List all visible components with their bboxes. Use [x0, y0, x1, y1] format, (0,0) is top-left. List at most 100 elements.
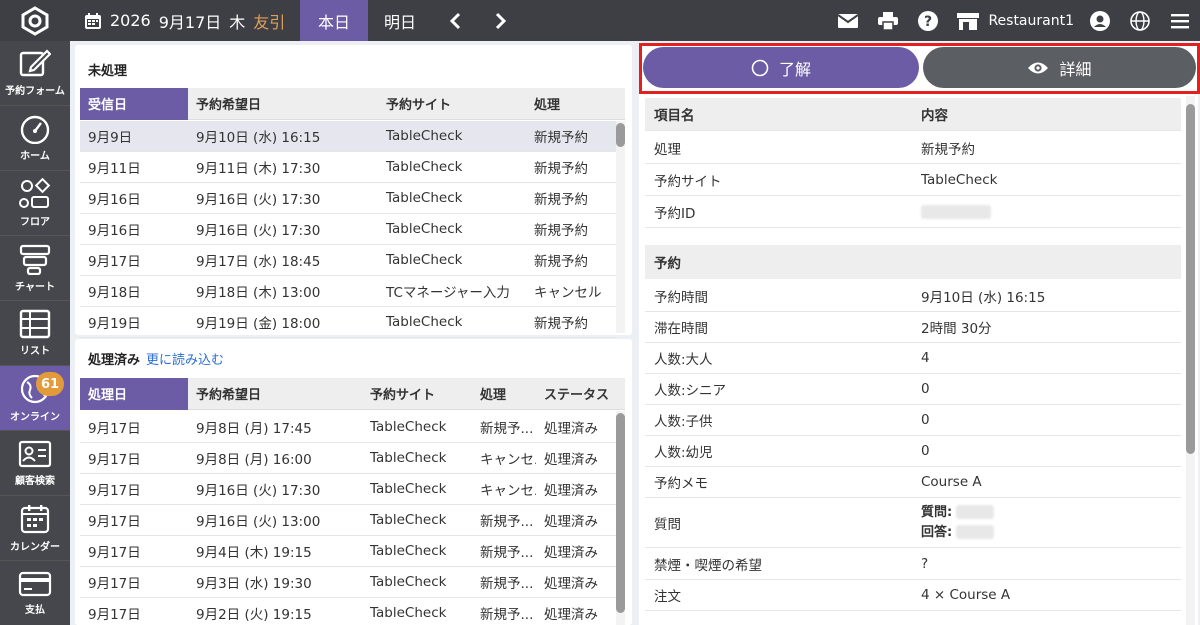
table-row[interactable]: 9月9日 9月10日 (水) 16:15 TableCheck 新規予約 — [80, 121, 616, 152]
svg-text:?: ? — [924, 14, 932, 30]
col-requested-date[interactable]: 予約希望日 — [188, 384, 362, 403]
table-cell: TableCheck — [386, 190, 463, 206]
table-row[interactable]: 9月17日 9月8日 (月) 16:00 TableCheck キャンセル処理済み — [80, 443, 616, 474]
col-action[interactable]: 処理 — [526, 94, 616, 113]
sidebar-item-payment[interactable]: 支払 — [0, 561, 70, 625]
table-row[interactable]: 9月17日 9月17日 (水) 18:45 TableCheck 新規予約 — [80, 245, 616, 276]
detail-scroll-thumb[interactable] — [1186, 104, 1195, 454]
table-cell: 9月17日 — [88, 607, 141, 623]
table-row[interactable]: 9月11日 9月11日 (木) 17:30 TableCheck 新規予約 — [80, 152, 616, 183]
table-cell: 処理済み — [544, 421, 598, 437]
detail-value: 9月10日 (水) 16:15 — [921, 289, 1046, 306]
detail-value: 4 × Course A — [921, 586, 1011, 603]
table-cell: 9月17日 (水) 18:45 — [196, 254, 321, 270]
table-cell: 9月16日 — [88, 223, 141, 239]
detail-key: 滞在時間 — [654, 320, 708, 337]
detail-value: 新規予約 — [921, 141, 975, 158]
table-cell: 9月16日 (火) 17:30 — [196, 483, 321, 499]
date-selector[interactable]: 2026 9月17日 木 友引 — [70, 0, 300, 41]
col-action[interactable]: 処理 — [472, 384, 536, 403]
detail-key: 人数:シニア — [654, 382, 727, 399]
tab-tomorrow[interactable]: 明日 — [368, 0, 432, 41]
table-row[interactable]: 9月19日 9月19日 (金) 18:00 TableCheck 新規予約 — [80, 307, 616, 338]
table-row[interactable]: 9月16日 9月16日 (火) 17:30 TableCheck 新規予約 — [80, 214, 616, 245]
sidebar-label: ホーム — [20, 151, 50, 162]
detail-key: 予約時間 — [654, 289, 708, 306]
table-row[interactable]: 9月17日 9月8日 (月) 17:45 TableCheck 新規予... 処理済み — [80, 412, 616, 443]
detail-button[interactable]: 詳細 — [923, 47, 1196, 88]
detail-row-question: 質問 質問: 回答: — [645, 498, 1181, 548]
detail-key: 予約メモ — [654, 475, 708, 492]
table-cell: 新規予約 — [534, 161, 588, 177]
sidebar-item-calendar[interactable]: カレンダー — [0, 496, 70, 561]
col-site[interactable]: 予約サイト — [362, 384, 472, 403]
table-cell: 9月17日 — [88, 254, 141, 270]
tab-today[interactable]: 本日 — [300, 0, 368, 41]
table-row[interactable]: 9月17日 9月16日 (火) 13:00 TableCheck 新規予... 処理済み — [80, 505, 616, 536]
reservation-section-header: 予約 — [645, 245, 1181, 279]
detail-value: 2時間 30分 — [921, 320, 992, 337]
col-status[interactable]: ステータス — [536, 384, 616, 403]
table-cell: TableCheck — [370, 512, 447, 528]
table-cell: 処理済み — [544, 452, 598, 468]
payment-card-icon — [18, 571, 52, 597]
table-row[interactable]: 9月18日 9月18日 (木) 13:00 TCマネージャー入力 キャンセル — [80, 276, 616, 307]
table-row[interactable]: 9月17日 9月4日 (木) 19:15 TableCheck 新規予... 処理済み — [80, 536, 616, 567]
sidebar-label: 予約フォーム — [5, 86, 65, 97]
sidebar-item-floor[interactable]: フロア — [0, 171, 70, 236]
user-circle-icon — [1090, 10, 1110, 31]
table-row[interactable]: 9月17日 9月16日 (火) 17:30 TableCheck キャンセル処理済み — [80, 474, 616, 505]
account-button[interactable] — [1080, 0, 1120, 41]
store-icon — [957, 12, 980, 30]
gauge-icon — [20, 115, 50, 144]
detail-row: 注文 4 × Course A — [645, 579, 1181, 611]
col-processed-date[interactable]: 処理日 — [80, 377, 188, 410]
table-cell: TableCheck — [370, 574, 447, 590]
mail-button[interactable] — [828, 0, 868, 41]
table-cell: 新規予約 — [534, 316, 588, 332]
year-text: 2026 — [110, 11, 151, 30]
table-row[interactable]: 9月16日 9月16日 (火) 17:30 TableCheck 新規予約 — [80, 183, 616, 214]
processed-panel: 処理済み 更に読み込む 処理日 予約希望日 予約サイト 処理 ステータス 9月17… — [75, 339, 632, 625]
unprocessed-title: 未処理 — [88, 64, 128, 79]
col-received-date[interactable]: 受信日 — [80, 87, 188, 120]
next-day-button[interactable] — [478, 0, 524, 41]
table-cell: 新規予約 — [534, 223, 588, 239]
menu-button[interactable] — [1160, 0, 1200, 41]
detail-value: TableCheck — [921, 171, 998, 188]
detail-key: 予約サイト — [654, 173, 722, 190]
app-logo[interactable] — [0, 0, 70, 41]
table-row[interactable]: 9月17日 9月3日 (水) 19:30 TableCheck 新規予... 処理済み — [80, 567, 616, 598]
detail-label: 詳細 — [1059, 59, 1092, 79]
table-cell: TableCheck — [370, 605, 447, 621]
help-button[interactable]: ? — [908, 0, 948, 41]
sidebar-item-home[interactable]: ホーム — [0, 106, 70, 171]
customer-card-icon — [18, 440, 52, 468]
chevron-left-icon — [449, 12, 461, 29]
print-button[interactable] — [868, 0, 908, 41]
sidebar-item-chart[interactable]: チャート — [0, 236, 70, 301]
acknowledge-button[interactable]: 了解 — [643, 47, 919, 88]
answer-label: 回答: — [921, 524, 953, 540]
sidebar-item-reservation-form[interactable]: 予約フォーム — [0, 41, 70, 106]
sidebar-item-online[interactable]: 61 オンライン — [0, 366, 70, 431]
load-more-link[interactable]: 更に読み込む — [146, 353, 224, 368]
col-site[interactable]: 予約サイト — [378, 94, 526, 113]
sidebar-item-customer-search[interactable]: 顧客検索 — [0, 431, 70, 496]
detail-value: ? — [921, 555, 929, 572]
language-button[interactable] — [1120, 0, 1160, 41]
store-button[interactable] — [948, 0, 988, 41]
sidebar-item-list[interactable]: リスト — [0, 301, 70, 366]
processed-scroll-thumb[interactable] — [616, 413, 625, 613]
col-requested-date[interactable]: 予約希望日 — [188, 94, 378, 113]
unprocessed-scroll-thumb[interactable] — [616, 123, 625, 147]
processed-title-row: 処理済み 更に読み込む — [88, 349, 224, 368]
table-row[interactable]: 9月17日 9月2日 (火) 19:15 TableCheck 新規予... 処理済み — [80, 598, 616, 625]
calendar-icon — [85, 12, 101, 29]
restaurant-name[interactable]: Restaurant1 — [988, 13, 1080, 29]
unprocessed-scrollbar[interactable] — [616, 121, 625, 333]
prev-day-button[interactable] — [432, 0, 478, 41]
acknowledge-label: 了解 — [778, 59, 811, 79]
table-cell: TableCheck — [370, 543, 447, 559]
table-cell: 新規予... — [480, 607, 534, 623]
